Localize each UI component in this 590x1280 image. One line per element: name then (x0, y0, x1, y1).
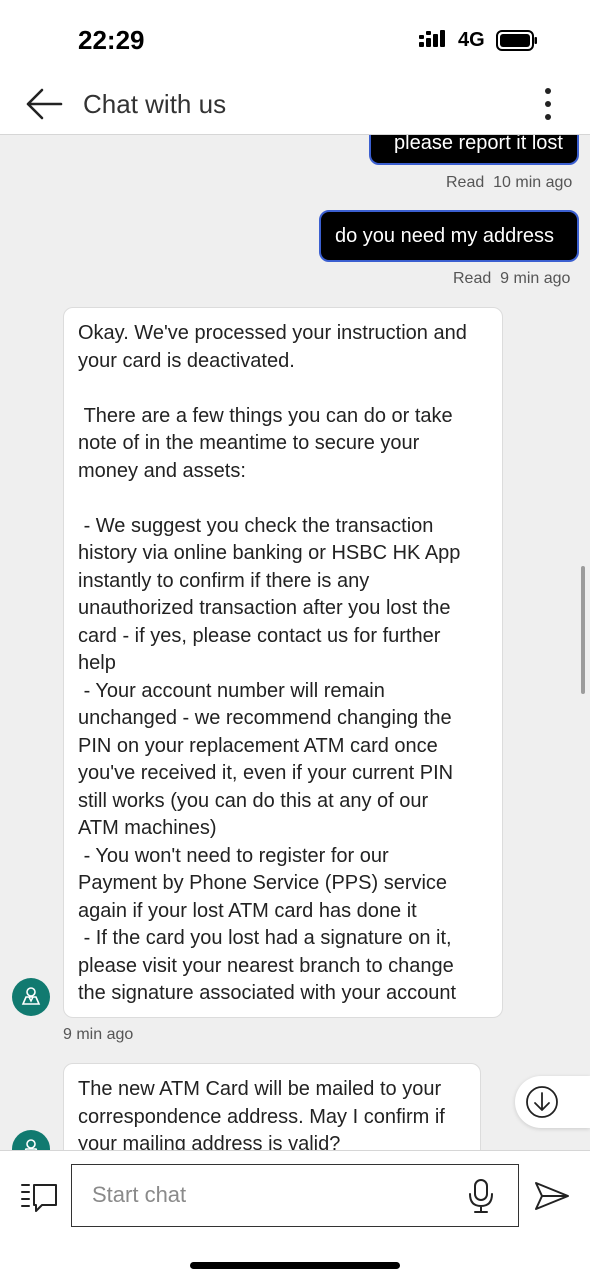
read-receipt: Read 10 min ago (446, 174, 572, 192)
message-time: 9 min ago (500, 270, 571, 287)
incoming-message: Okay. We've processed your instruction a… (63, 307, 503, 1018)
chat-input-box (71, 1164, 519, 1227)
outgoing-message: please report it lost (369, 135, 579, 165)
app-header: Chat with us (0, 72, 590, 135)
message-text: please report it lost (394, 135, 563, 154)
message-text: do you need my address (335, 225, 555, 247)
agent-icon (24, 1139, 38, 1150)
back-arrow-icon[interactable] (24, 86, 64, 122)
message-composer (0, 1150, 590, 1280)
read-status: Read (453, 270, 492, 287)
message-time: 10 min ago (493, 174, 573, 191)
status-time: 22:29 (78, 25, 145, 55)
network-type: 4G (458, 29, 485, 51)
outgoing-message: do you need my address (319, 210, 579, 262)
read-status: Read (446, 174, 485, 191)
arrow-down-circle-icon (526, 1086, 558, 1118)
read-receipt: Read 9 min ago (453, 270, 570, 288)
signal-icon (419, 30, 445, 47)
scrollbar[interactable] (581, 566, 585, 694)
home-indicator[interactable] (190, 1262, 400, 1269)
agent-icon (21, 987, 41, 1005)
agent-avatar (12, 978, 50, 1016)
page-title: Chat with us (83, 89, 227, 119)
status-bar: 22:29 4G (0, 0, 590, 72)
chat-input[interactable] (92, 1165, 452, 1225)
message-time: 9 min ago (63, 1026, 134, 1043)
more-vertical-icon[interactable] (536, 86, 560, 122)
incoming-message: The new ATM Card will be mailed to your … (63, 1063, 481, 1150)
microphone-icon[interactable] (468, 1179, 494, 1213)
battery-icon (496, 30, 537, 51)
agent-avatar (12, 1130, 50, 1150)
chat-transcript[interactable]: please report it lost Read 10 min ago do… (0, 135, 590, 1150)
scroll-to-bottom-button[interactable] (515, 1076, 590, 1128)
send-icon[interactable] (534, 1181, 570, 1211)
menu-list-icon[interactable] (20, 1181, 58, 1213)
